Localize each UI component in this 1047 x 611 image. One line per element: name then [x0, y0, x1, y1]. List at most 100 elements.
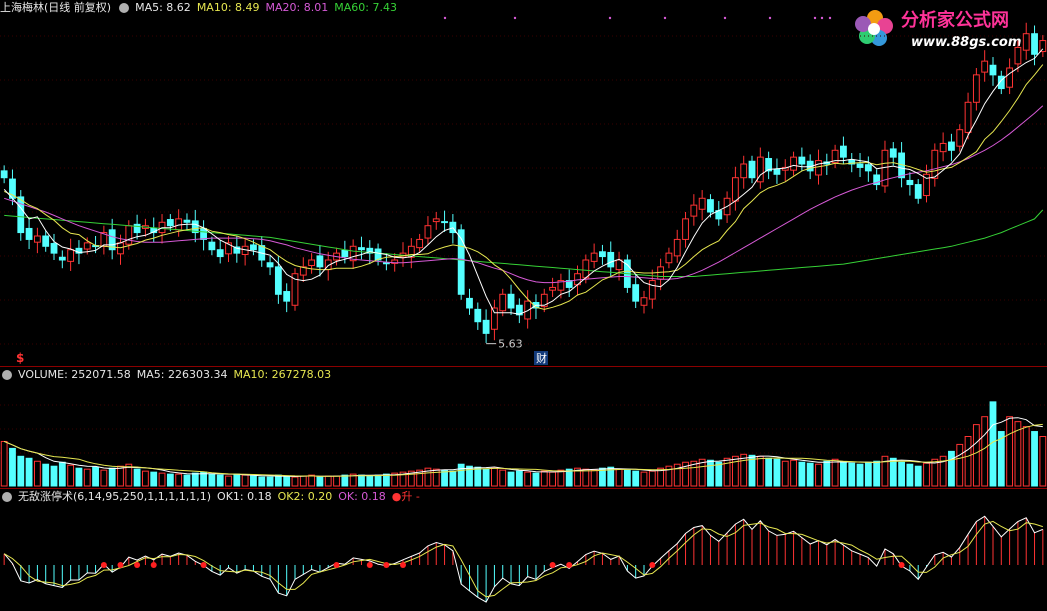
dividend-marker[interactable]: $ [16, 351, 24, 365]
candle [133, 214, 141, 240]
volume-bar [374, 474, 382, 487]
stock-title[interactable]: 上海梅林(日线 前复权) [0, 0, 111, 16]
volume-bar [83, 468, 91, 487]
ma5-readout: MA5: 8.62 [135, 1, 191, 14]
candle [208, 236, 216, 256]
top-event-markers [443, 16, 832, 20]
candle [956, 124, 964, 152]
volume-bar [291, 476, 299, 487]
volume-bar [856, 463, 864, 487]
volume-bar [341, 474, 349, 487]
volume-bar [58, 461, 66, 487]
ok-readout: OK: 0.18 [338, 490, 386, 503]
rise-signal-dot [898, 562, 905, 568]
volume-bar [532, 472, 540, 487]
candle [682, 212, 689, 248]
indicator-panel-settings-icon[interactable] [2, 492, 12, 502]
rise-signal-dot [200, 562, 207, 568]
volume-bar [324, 475, 332, 487]
candle [599, 244, 606, 265]
candle [482, 309, 490, 343]
candle [590, 243, 598, 269]
candle [241, 238, 249, 266]
event-dot [513, 16, 517, 20]
volume-bar [806, 462, 814, 487]
price-panel-header: 上海梅林(日线 前复权) MA5: 8.62 MA10: 8.49 MA20: … [0, 0, 397, 16]
candle [491, 299, 498, 341]
candle [374, 243, 382, 266]
candle [283, 283, 291, 313]
volume-bar [889, 457, 897, 487]
event-dot [828, 16, 832, 20]
volume-bar [1039, 436, 1047, 487]
candle [308, 253, 316, 274]
volume-bar [864, 461, 872, 487]
candle [972, 68, 980, 111]
volume-chart[interactable] [0, 383, 1047, 488]
candle [515, 298, 523, 324]
candle [233, 236, 241, 263]
volume-bar [183, 474, 191, 487]
ok1-line [3, 515, 1043, 603]
volume-bar [457, 463, 465, 487]
candle [640, 290, 648, 314]
candle [856, 153, 864, 178]
price-chart[interactable]: 5.63 财 $ [0, 16, 1047, 366]
volume-bar [482, 468, 490, 487]
candle [175, 209, 183, 237]
candle [0, 165, 8, 184]
finance-marker-label: 财 [536, 351, 547, 365]
candle [690, 194, 698, 226]
candle [358, 236, 365, 260]
indicator-settings-icon[interactable] [119, 3, 130, 13]
candle [906, 172, 914, 196]
volume-bar [25, 457, 33, 487]
volume-settings-icon[interactable] [2, 370, 12, 380]
candle [1022, 22, 1030, 60]
volume-bar [449, 470, 457, 487]
volume-bar [333, 475, 340, 487]
volume-bar [50, 465, 58, 487]
volume-bar [781, 460, 789, 487]
volume-bar [557, 469, 565, 487]
volume-bar [1022, 426, 1030, 487]
volume-bar [524, 471, 532, 487]
volume-bar [773, 458, 781, 487]
volume-bar [216, 474, 224, 487]
volume-bar [831, 458, 839, 487]
volume-bar [923, 462, 930, 487]
candle [665, 247, 673, 269]
volume-bar [241, 474, 249, 487]
candle [864, 156, 872, 182]
indicator-chart[interactable] [0, 505, 1047, 611]
candle [873, 169, 881, 191]
volume-bar [615, 468, 623, 487]
event-dot [813, 16, 817, 20]
volume-bar [150, 471, 158, 487]
volume-bar [964, 436, 972, 487]
candle [291, 268, 299, 311]
volume-bar [316, 476, 324, 487]
candle [507, 284, 515, 315]
rise-signal-dot [383, 562, 390, 568]
ma10-line [4, 64, 1044, 310]
volume-bar [250, 475, 257, 487]
volume-bar [108, 467, 116, 487]
volume-bar [0, 440, 8, 487]
candle [58, 250, 66, 269]
volume-bar [715, 461, 723, 487]
volume-bar [142, 470, 149, 487]
volume-bar [956, 443, 964, 487]
ok2-readout: OK2: 0.20 [277, 490, 333, 503]
stock-chart-window: 上海梅林(日线 前复权) MA5: 8.62 MA10: 8.49 MA20: … [0, 0, 1047, 611]
candle [939, 132, 947, 162]
candle [989, 57, 997, 86]
volume-bars [0, 401, 1047, 487]
candle [948, 133, 955, 162]
volume-bar [582, 468, 590, 487]
rise-signal-dot [134, 562, 141, 568]
volume-bar [507, 471, 515, 487]
indicator-histogram [3, 516, 1044, 603]
finance-marker[interactable]: 财 [534, 351, 548, 365]
volume-bar [972, 424, 980, 487]
